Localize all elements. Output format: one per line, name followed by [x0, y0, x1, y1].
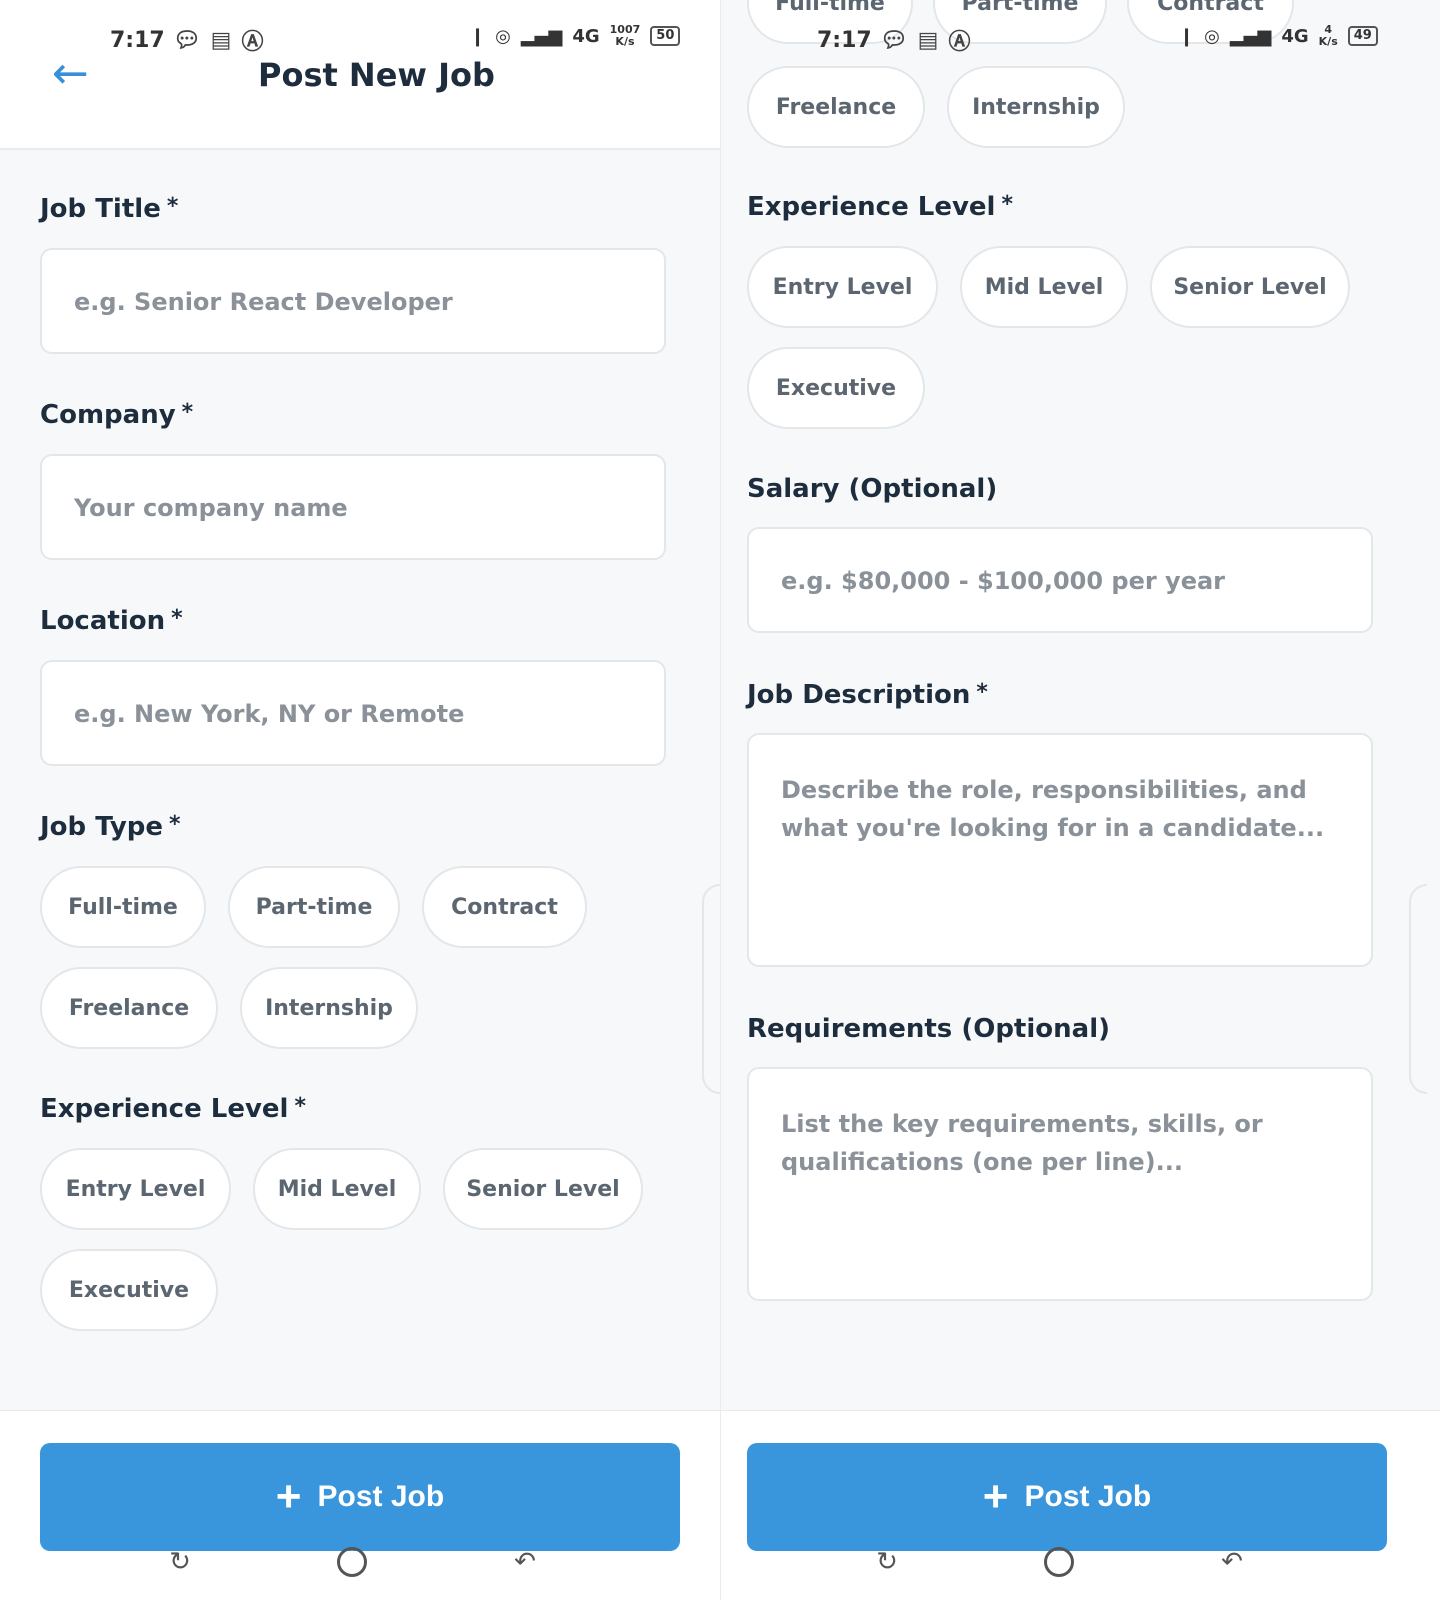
- sim-card-icon: ▤: [917, 27, 939, 53]
- page-title: Post New Job: [258, 56, 495, 94]
- vibrate-icon: ❙: [1179, 25, 1195, 47]
- description-textarea[interactable]: Describe the role, responsibilities, and…: [747, 733, 1373, 967]
- post-job-button-2[interactable]: + Post Job: [747, 1443, 1387, 1551]
- experience-chip-entry-scrolled[interactable]: Entry Level: [747, 246, 938, 328]
- experience-chip-mid-scrolled[interactable]: Mid Level: [960, 246, 1128, 328]
- location-label: Location *: [40, 606, 183, 636]
- bottom-action-bar-2: + Post Job ↻ ↶: [721, 1410, 1440, 1600]
- chat-icon: 💬︎: [879, 27, 908, 53]
- back-arrow-icon[interactable]: ←: [52, 52, 89, 96]
- description-label: Job Description *: [747, 680, 988, 710]
- requirements-textarea[interactable]: List the key requirements, skills, or qu…: [747, 1067, 1373, 1301]
- network-type: 4G: [572, 25, 600, 47]
- back-nav-icon[interactable]: ↶: [1217, 1547, 1247, 1577]
- back-nav-icon[interactable]: ↶: [510, 1547, 540, 1577]
- location-placeholder: e.g. New York, NY or Remote: [74, 700, 465, 728]
- status-time-2: 7:17: [817, 27, 872, 53]
- scroll-handle[interactable]: [702, 884, 720, 1094]
- salary-input[interactable]: e.g. $80,000 - $100,000 per year: [747, 527, 1373, 633]
- job-type-chip-internship-scrolled[interactable]: Internship: [947, 66, 1125, 148]
- left-screen: 7:17 💬︎ ▤ Ⓐ ❙ ◎ ▂▄▆ 4G 1007 K/s 50 ← Post…: [0, 0, 720, 1600]
- status-bar-2: 7:17 💬︎ ▤ Ⓐ: [817, 22, 980, 58]
- experience-chip-executive[interactable]: Executive: [40, 1249, 218, 1331]
- network-type: 4G: [1281, 25, 1309, 47]
- hotspot-icon: ◎: [495, 25, 511, 47]
- company-label: Company *: [40, 400, 194, 430]
- plus-icon: +: [982, 1472, 1009, 1521]
- network-speed: 1007 K/s: [609, 23, 641, 48]
- network-speed: 4 K/s: [1318, 23, 1338, 48]
- bottom-action-bar: + Post Job ↻ ↶: [0, 1410, 720, 1600]
- signal-icon: ▂▄▆: [520, 25, 563, 47]
- plus-icon: +: [275, 1472, 302, 1521]
- company-placeholder: Your company name: [74, 494, 348, 522]
- location-input[interactable]: e.g. New York, NY or Remote: [40, 660, 666, 766]
- battery-indicator: 50: [650, 26, 681, 46]
- status-bar: 7:17 💬︎ ▤ Ⓐ: [110, 22, 273, 58]
- job-title-input[interactable]: e.g. Senior React Developer: [40, 248, 666, 354]
- salary-placeholder: e.g. $80,000 - $100,000 per year: [781, 567, 1225, 595]
- requirements-label: Requirements (Optional): [747, 1014, 1110, 1044]
- experience-label-scrolled: Experience Level *: [747, 192, 1013, 222]
- experience-chip-entry[interactable]: Entry Level: [40, 1148, 231, 1230]
- recent-apps-icon[interactable]: ↻: [165, 1547, 195, 1577]
- status-bar-right: ❙ ◎ ▂▄▆ 4G 1007 K/s 50: [470, 23, 681, 48]
- job-title-placeholder: e.g. Senior React Developer: [74, 288, 453, 316]
- post-job-label-2: Post Job: [1024, 1480, 1152, 1513]
- experience-chip-senior[interactable]: Senior Level: [443, 1148, 643, 1230]
- right-screen: Full-time Part-time Contract 7:17 💬︎ ▤ Ⓐ…: [720, 0, 1440, 1600]
- company-input[interactable]: Your company name: [40, 454, 666, 560]
- experience-label: Experience Level *: [40, 1094, 306, 1124]
- app-badge-icon: Ⓐ: [241, 30, 264, 55]
- chat-icon: 💬︎: [172, 27, 201, 53]
- job-type-chip-freelance-scrolled[interactable]: Freelance: [747, 66, 925, 148]
- status-bar-right-2: ❙ ◎ ▂▄▆ 4G 4 K/s 49: [1179, 24, 1378, 48]
- home-icon[interactable]: [337, 1547, 367, 1577]
- system-nav-bar-2: ↻ ↶: [721, 1547, 1440, 1591]
- app-header: 7:17 💬︎ ▤ Ⓐ ❙ ◎ ▂▄▆ 4G 1007 K/s 50 ← Post…: [0, 0, 720, 150]
- status-time: 7:17: [110, 27, 165, 53]
- vibrate-icon: ❙: [470, 25, 486, 47]
- scroll-handle-2[interactable]: [1409, 884, 1427, 1094]
- hotspot-icon: ◎: [1204, 25, 1220, 47]
- experience-chip-mid[interactable]: Mid Level: [253, 1148, 421, 1230]
- signal-icon: ▂▄▆: [1229, 25, 1272, 47]
- job-type-chip-contract[interactable]: Contract: [422, 866, 587, 948]
- job-type-chip-full-time[interactable]: Full-time: [40, 866, 206, 948]
- job-type-label: Job Type *: [40, 812, 181, 842]
- post-job-label: Post Job: [317, 1480, 445, 1513]
- salary-label: Salary (Optional): [747, 474, 998, 504]
- description-placeholder: Describe the role, responsibilities, and…: [781, 776, 1325, 842]
- job-type-chip-freelance[interactable]: Freelance: [40, 967, 218, 1049]
- requirements-placeholder: List the key requirements, skills, or qu…: [781, 1110, 1263, 1176]
- home-icon[interactable]: [1044, 1547, 1074, 1577]
- system-nav-bar: ↻ ↶: [0, 1547, 720, 1591]
- app-badge-icon: Ⓐ: [948, 30, 971, 55]
- job-type-chip-internship[interactable]: Internship: [240, 967, 418, 1049]
- battery-indicator: 49: [1347, 26, 1378, 46]
- job-type-chip-part-time[interactable]: Part-time: [228, 866, 400, 948]
- experience-chip-executive-scrolled[interactable]: Executive: [747, 347, 925, 429]
- job-title-label: Job Title *: [40, 194, 179, 224]
- post-job-button[interactable]: + Post Job: [40, 1443, 680, 1551]
- sim-card-icon: ▤: [210, 27, 232, 53]
- recent-apps-icon[interactable]: ↻: [872, 1547, 902, 1577]
- experience-chip-senior-scrolled[interactable]: Senior Level: [1150, 246, 1350, 328]
